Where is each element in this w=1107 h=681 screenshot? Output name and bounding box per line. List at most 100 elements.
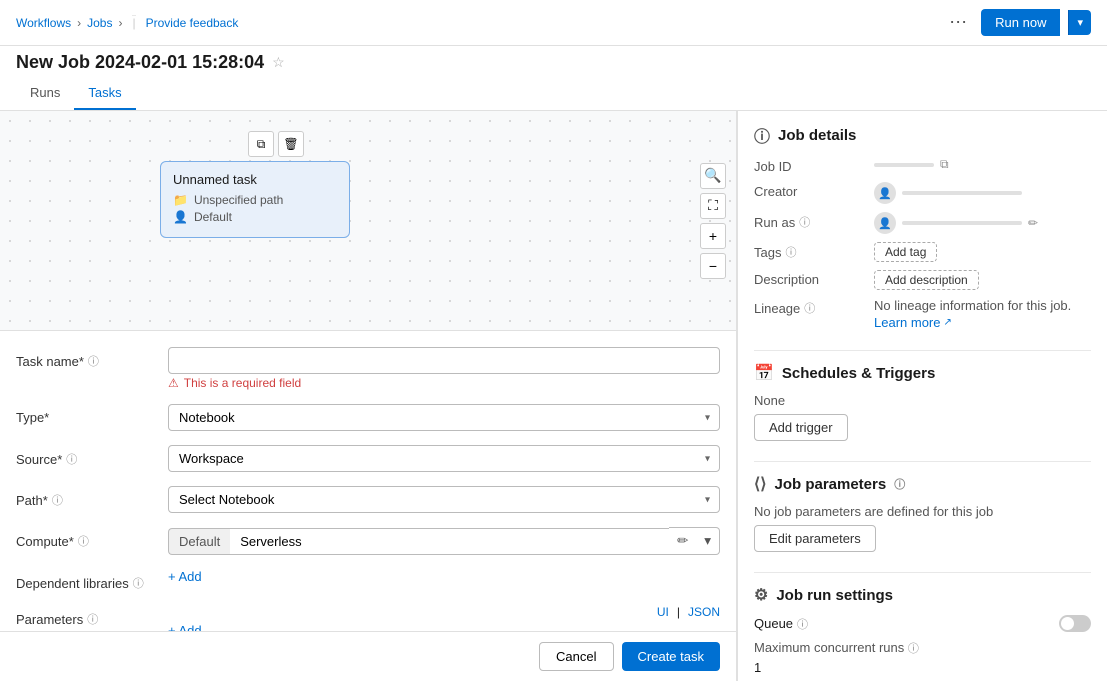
add-tag-button[interactable]: Add tag (874, 242, 937, 262)
description-value: Add description (874, 270, 1091, 290)
right-panel: ⓘ Job details Job ID ⧉ Creator 👤 (737, 111, 1107, 681)
jobs-link[interactable]: Jobs (87, 16, 112, 30)
description-row: Description Add description (754, 270, 1091, 290)
lineage-info-icon[interactable]: ⓘ (804, 300, 815, 316)
run-as-value: 👤 ✏ (874, 212, 1091, 234)
type-control: Notebook ▾ (168, 404, 720, 431)
queue-info-icon[interactable]: ⓘ (797, 616, 808, 632)
delete-task-button[interactable]: 🗑 (278, 131, 304, 157)
tab-tasks[interactable]: Tasks (74, 77, 135, 110)
gear-icon: ⚙ (754, 585, 768, 605)
add-trigger-button[interactable]: Add trigger (754, 414, 848, 441)
error-icon: ⚠ (168, 376, 179, 390)
toggle-knob (1061, 617, 1074, 630)
learn-more-link[interactable]: Learn more ↗ (874, 315, 952, 330)
lineage-row: Lineage ⓘ No lineage information for thi… (754, 298, 1091, 330)
fit-canvas-button[interactable]: ⛶ (700, 193, 726, 219)
run-now-button[interactable]: Run now (981, 9, 1060, 36)
no-params-text: No job parameters are defined for this j… (754, 504, 1091, 519)
compute-prefix: Default (168, 528, 230, 555)
params-info-icon[interactable]: ⓘ (87, 611, 98, 627)
task-card-path: Unspecified path (194, 193, 283, 207)
task-card-actions: ⧉ 🗑 (248, 131, 304, 157)
tags-info-icon[interactable]: ⓘ (785, 244, 796, 260)
task-card-path-row: 📁 Unspecified path (173, 193, 337, 207)
run-as-info-icon[interactable]: ⓘ (799, 214, 810, 230)
calendar-icon: 📅 (754, 363, 774, 383)
copy-task-button[interactable]: ⧉ (248, 131, 274, 157)
divider-2 (754, 461, 1091, 462)
run-now-caret-button[interactable]: ▾ (1068, 10, 1091, 35)
dep-libs-control: + Add (168, 569, 720, 584)
workflows-link[interactable]: Workflows (16, 16, 71, 30)
job-params-info-icon[interactable]: ⓘ (894, 476, 905, 492)
job-id-row: Job ID ⧉ (754, 157, 1091, 174)
tabs-bar: Runs Tasks (0, 77, 1107, 111)
cancel-button[interactable]: Cancel (539, 642, 613, 671)
folder-icon: 📁 (173, 193, 188, 207)
ui-link[interactable]: UI (657, 605, 669, 619)
parameters-row: Parameters ⓘ UI | JSON + Add (16, 605, 720, 631)
edit-parameters-button[interactable]: Edit parameters (754, 525, 876, 552)
type-row: Type* Notebook ▾ (16, 404, 720, 431)
compute-info-icon[interactable]: ⓘ (78, 533, 89, 549)
canvas-dots (0, 111, 736, 330)
schedule-none: None (754, 393, 1091, 408)
breadcrumb-sep2: › (118, 16, 122, 30)
max-runs-info-icon[interactable]: ⓘ (908, 643, 919, 655)
tab-runs[interactable]: Runs (16, 77, 74, 110)
task-name-info-icon[interactable]: ⓘ (88, 353, 99, 369)
search-canvas-button[interactable]: 🔍 (700, 163, 726, 189)
top-header: Workflows › Jobs › | Provide feedback ⋯ … (0, 0, 1107, 46)
add-parameter-button[interactable]: + Add (168, 623, 202, 631)
divider-3 (754, 572, 1091, 573)
star-icon[interactable]: ☆ (272, 54, 285, 71)
compute-row: Compute* ⓘ Default Serverless ✏ ▾ (16, 527, 720, 555)
more-options-button[interactable]: ⋯ (943, 8, 973, 37)
compute-select[interactable]: Serverless (230, 528, 669, 555)
compute-edit-button[interactable]: ✏ (669, 527, 696, 555)
zoom-in-button[interactable]: + (700, 223, 726, 249)
creator-row: Creator 👤 (754, 182, 1091, 204)
create-task-button[interactable]: Create task (622, 642, 720, 671)
add-library-button[interactable]: + Add (168, 569, 202, 584)
compute-control: Default Serverless ✏ ▾ (168, 527, 720, 555)
source-info-icon[interactable]: ⓘ (66, 451, 77, 467)
source-select[interactable]: Workspace (168, 445, 720, 472)
code-icon: ⟨⟩ (754, 474, 766, 494)
json-link[interactable]: JSON (688, 605, 720, 619)
task-card[interactable]: Unnamed task 📁 Unspecified path 👤 Defaul… (160, 161, 350, 238)
form-area: Task name* ⓘ ⚠ This is a required field … (0, 331, 736, 631)
type-select[interactable]: Notebook (168, 404, 720, 431)
main-layout: ⧉ 🗑 Unnamed task 📁 Unspecified path 👤 De… (0, 111, 1107, 681)
job-run-settings-section: ⚙ Job run settings Queue ⓘ Maximum concu… (754, 585, 1091, 681)
compute-caret-button[interactable]: ▾ (696, 527, 720, 555)
source-row: Source* ⓘ Workspace ▾ (16, 445, 720, 472)
task-name-input[interactable] (168, 347, 720, 374)
copy-job-id-icon[interactable]: ⧉ (940, 157, 949, 172)
breadcrumb: Workflows › Jobs › | Provide feedback (16, 15, 238, 30)
path-info-icon[interactable]: ⓘ (52, 492, 63, 508)
source-label: Source* ⓘ (16, 445, 156, 467)
breadcrumb-divider: | (132, 15, 135, 30)
compute-label: Compute* ⓘ (16, 527, 156, 549)
run-as-edit-icon[interactable]: ✏ (1028, 216, 1038, 230)
path-label: Path* ⓘ (16, 486, 156, 508)
canvas-controls: 🔍 ⛶ + − (700, 163, 726, 279)
task-name-error: ⚠ This is a required field (168, 376, 720, 390)
queue-label: Queue ⓘ (754, 616, 808, 632)
queue-toggle[interactable] (1059, 615, 1091, 632)
add-description-button[interactable]: Add description (874, 270, 979, 290)
job-parameters-section: ⟨⟩ Job parameters ⓘ No job parameters ar… (754, 474, 1091, 552)
feedback-link[interactable]: Provide feedback (146, 16, 239, 30)
job-id-masked (874, 163, 934, 167)
zoom-out-button[interactable]: − (700, 253, 726, 279)
lineage-text: No lineage information for this job. (874, 298, 1071, 313)
task-card-cluster-row: 👤 Default (173, 210, 337, 224)
info-circle-icon: ⓘ (754, 123, 770, 147)
path-select[interactable]: Select Notebook (168, 486, 720, 513)
schedules-section: 📅 Schedules & Triggers None Add trigger (754, 363, 1091, 441)
queue-row: Queue ⓘ (754, 615, 1091, 632)
creator-label: Creator (754, 182, 874, 199)
dep-libs-info-icon[interactable]: ⓘ (133, 575, 144, 591)
